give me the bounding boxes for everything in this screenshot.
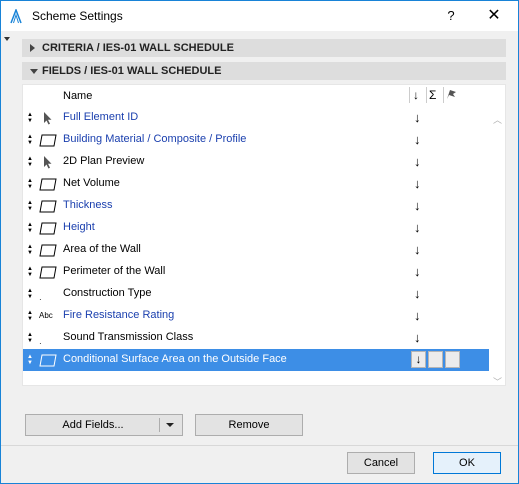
flag-cell[interactable] [445,351,460,368]
fields-panel-label: FIELDS / IES-01 WALL SCHEDULE [42,65,222,77]
drag-handle-icon[interactable]: ▲ ▼ [26,112,34,124]
field-name: Full Element ID [63,111,139,123]
sum-column-header[interactable]: Σ [429,88,436,102]
sort-arrow-icon[interactable]: ↓ [414,286,421,301]
field-name: Building Material / Composite / Profile [63,133,247,145]
sort-arrow-icon[interactable]: ↓ [414,330,421,345]
criteria-panel-header[interactable]: CRITERIA / IES-01 WALL SCHEDULE [22,39,506,57]
parallelogram-icon [39,134,57,147]
field-name: Sound Transmission Class [63,331,194,343]
sort-arrow-icon[interactable]: ↓ [414,198,421,213]
drag-handle-icon[interactable]: ▲ ▼ [26,288,34,300]
list-row[interactable]: ▲ ▼ Height ↓ [23,217,489,239]
close-button[interactable]: ✕ [479,5,509,27]
title-bar: Scheme Settings ? ✕ [1,1,518,31]
list-header: Name ↓ Σ [23,85,489,107]
parallelogram-icon [39,266,57,279]
sort-arrow-icon[interactable]: ↓ [414,132,421,147]
sort-cell[interactable]: ↓ [411,351,426,368]
sort-arrow-icon[interactable]: ↓ [414,242,421,257]
sort-arrow-icon[interactable]: ↓ [414,264,421,279]
list-row[interactable]: ▲ ▼ Perimeter of the Wall ↓ [23,261,489,283]
list-row[interactable]: ▲ ▼ Conditional Surface Area on the Outsid… [23,349,489,371]
cancel-button[interactable]: Cancel [347,452,415,474]
field-name: Conditional Surface Area on the Outside … [63,353,287,365]
parallelogram-icon [39,200,57,213]
sort-arrow-icon[interactable]: ↓ [414,308,421,323]
drag-handle-icon[interactable]: ▲ ▼ [26,332,34,344]
pointer-icon [39,156,57,169]
help-button[interactable]: ? [439,5,463,27]
name-column-header[interactable]: Name [63,90,92,102]
parallelogram-icon [39,354,57,367]
drag-handle-icon[interactable]: ▲ ▼ [26,156,34,168]
footer-divider [1,445,518,446]
field-name: Perimeter of the Wall [63,265,166,277]
dropdown-arrow-icon[interactable] [166,423,174,427]
list-row[interactable]: ▲ ▼ Abc Fire Resistance Rating ↓ [23,305,489,327]
drag-handle-icon[interactable]: ▲ ▼ [26,354,34,366]
sort-arrow-icon[interactable]: ↓ [414,220,421,235]
abc-icon: Abc [39,311,53,320]
split-divider [159,418,160,432]
column-divider [409,87,410,103]
field-name: Net Volume [63,177,120,189]
drag-handle-icon[interactable]: ▲ ▼ [26,310,34,322]
list-row[interactable]: ▲ ▼ Net Volume ↓ [23,173,489,195]
sort-arrow-icon[interactable]: ↓ [414,110,421,125]
flag-icon[interactable] [446,89,458,103]
list-row[interactable]: ▲ ▼ Thickness ↓ [23,195,489,217]
scroll-down-icon[interactable]: ﹀ [493,375,502,388]
field-name: Fire Resistance Rating [63,309,175,321]
expand-triangle-icon [30,44,35,52]
ok-button[interactable]: OK [433,452,501,474]
list-row[interactable]: ▲ ▼ · Sound Transmission Class ↓ [23,327,489,349]
field-name: 2D Plan Preview [63,155,145,167]
criteria-panel-label: CRITERIA / IES-01 WALL SCHEDULE [42,42,234,54]
drag-handle-icon[interactable]: ▲ ▼ [26,178,34,190]
fields-panel-header[interactable]: FIELDS / IES-01 WALL SCHEDULE [22,62,506,80]
dot-icon: · [39,339,42,348]
drag-handle-icon[interactable]: ▲ ▼ [26,222,34,234]
drag-handle-icon[interactable]: ▲ ▼ [26,266,34,278]
sort-column-header[interactable]: ↓ [413,88,419,102]
add-fields-button[interactable]: Add Fields... [25,414,183,436]
scheme-settings-dialog: Scheme Settings ? ✕ CRITERIA / IES-01 WA… [0,0,519,484]
scroll-up-icon[interactable]: ︿ [493,113,502,126]
sort-arrow-icon[interactable]: ↓ [414,154,421,169]
drag-handle-icon[interactable]: ▲ ▼ [26,244,34,256]
list-row[interactable]: ▲ ▼ Building Material / Composite / Profil… [23,129,489,151]
column-divider [426,87,427,103]
field-name: Construction Type [63,287,152,299]
sum-cell[interactable] [428,351,443,368]
parallelogram-icon [39,178,57,191]
window-title: Scheme Settings [32,9,123,23]
remove-button[interactable]: Remove [195,414,303,436]
column-divider [443,87,444,103]
drag-handle-icon[interactable]: ▲ ▼ [26,200,34,212]
parallelogram-icon [39,222,57,235]
list-row[interactable]: ▲ ▼ Area of the Wall ↓ [23,239,489,261]
field-name: Thickness [63,199,113,211]
add-fields-label: Add Fields... [62,419,124,431]
vertical-scrollbar[interactable]: ︿ ﹀ [489,85,506,388]
parallelogram-icon [39,244,57,257]
fields-list: Name ↓ Σ ▲ ▼ Full Element ID ↓ ▲ ▼ Building Ma… [22,84,506,388]
archicad-app-icon [9,7,23,24]
dot-icon: · [39,295,42,304]
list-row[interactable]: ▲ ▼ · Construction Type ↓ [23,283,489,305]
list-row[interactable]: ▲ ▼ 2D Plan Preview ↓ [23,151,489,173]
pointer-icon [39,112,57,125]
list-row[interactable]: ▲ ▼ Full Element ID ↓ [23,107,489,129]
field-name: Area of the Wall [63,243,141,255]
options-arrow-icon[interactable] [4,37,10,41]
field-name: Height [63,221,95,233]
collapse-triangle-icon [30,69,38,74]
sort-arrow-icon[interactable]: ↓ [414,176,421,191]
drag-handle-icon[interactable]: ▲ ▼ [26,134,34,146]
